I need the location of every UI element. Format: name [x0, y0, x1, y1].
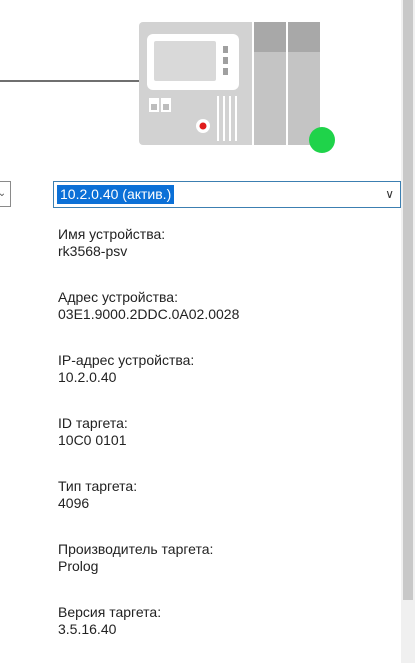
- info-value: 03E1.9000.2DDC.0A02.0028: [58, 306, 240, 322]
- info-value: 10.2.0.40: [58, 369, 117, 385]
- info-value: 3.5.16.40: [58, 621, 117, 637]
- info-value: 10C0 0101: [58, 432, 127, 448]
- vertical-scrollbar[interactable]: [401, 0, 415, 663]
- info-device-address: Адрес устройства: 03E1.9000.2DDC.0A02.00…: [58, 289, 388, 352]
- info-value: Prolog: [58, 558, 99, 574]
- online-status-indicator: [309, 127, 335, 153]
- info-label: Тип таргета:: [58, 478, 138, 494]
- chevron-down-icon: ⌄: [0, 188, 7, 199]
- info-target-id: ID таргета: 10C0 0101: [58, 415, 388, 478]
- left-dropdown[interactable]: ⌄: [0, 181, 11, 207]
- connection-line: [0, 80, 140, 82]
- device-info-panel: Имя устройства: rk3568-psv Адрес устройс…: [58, 226, 388, 667]
- info-value: 4096: [58, 495, 90, 511]
- info-label: Адрес устройства:: [58, 289, 178, 305]
- info-target-version: Версия таргета: 3.5.16.40: [58, 604, 388, 667]
- info-ip-address: IP-адрес устройства: 10.2.0.40: [58, 352, 388, 415]
- info-label: Производитель таргета:: [58, 541, 214, 557]
- info-label: IP-адрес устройства:: [58, 352, 195, 368]
- info-device-name: Имя устройства: rk3568-psv: [58, 226, 388, 289]
- info-target-vendor: Производитель таргета: Prolog: [58, 541, 388, 604]
- info-label: Версия таргета:: [58, 604, 162, 620]
- info-label: ID таргета:: [58, 415, 128, 431]
- chevron-down-icon: ∨: [385, 187, 394, 201]
- info-value: rk3568-psv: [58, 243, 128, 259]
- info-target-type: Тип таргета: 4096: [58, 478, 388, 541]
- plc-device-icon: [139, 22, 320, 145]
- device-select-value: 10.2.0.40 (актив.): [57, 185, 175, 204]
- device-select[interactable]: 10.2.0.40 (актив.) ∨: [53, 181, 401, 208]
- scrollbar-thumb[interactable]: [403, 0, 413, 600]
- info-label: Имя устройства:: [58, 226, 166, 242]
